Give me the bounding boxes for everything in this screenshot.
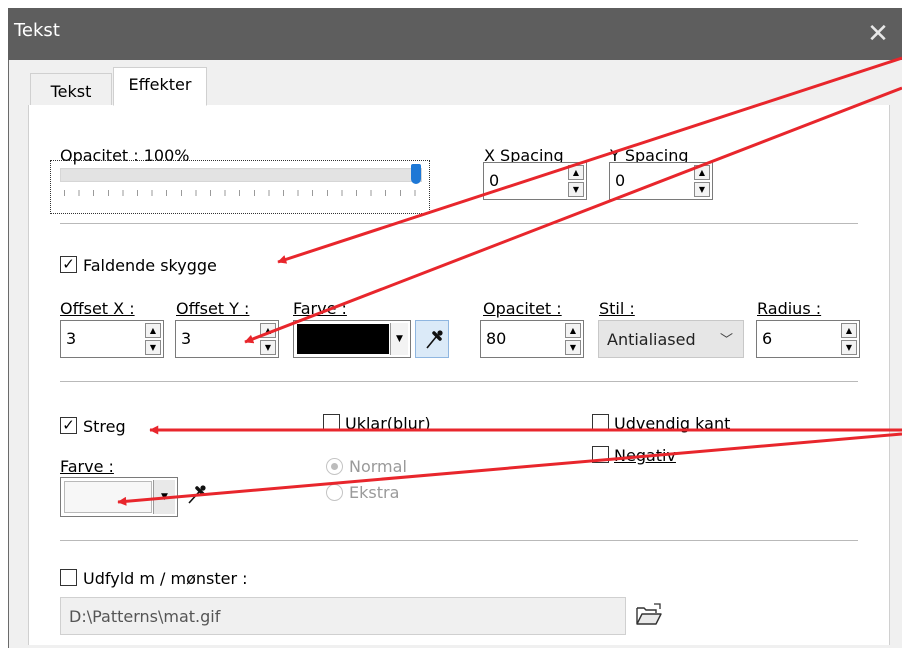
offset-y-label: Offset Y : bbox=[176, 299, 250, 318]
radius-down-button[interactable]: ▼ bbox=[841, 340, 857, 355]
blur-label: Uklar(blur) bbox=[345, 414, 431, 433]
offset-x-stepper[interactable]: 3 ▲ ▼ bbox=[60, 320, 164, 358]
shadow-color-picker-button[interactable] bbox=[415, 320, 449, 358]
chevron-down-icon: ﹀ bbox=[719, 333, 733, 348]
style-select[interactable]: Antialiased ﹀ bbox=[598, 320, 744, 358]
mode-normal-radio[interactable] bbox=[326, 458, 343, 475]
offset-y-stepper[interactable]: 3 ▲ ▼ bbox=[175, 320, 279, 358]
negative-label: Negativ bbox=[614, 446, 676, 465]
fill-pattern-label: Udfyld m / mønster : bbox=[83, 569, 248, 588]
stroke-label: Streg bbox=[83, 417, 126, 436]
shadow-color-swatch bbox=[297, 324, 389, 354]
style-select-value: Antialiased bbox=[607, 330, 696, 349]
outer-edge-checkbox[interactable] bbox=[592, 414, 609, 431]
stroke-color-label: Farve : bbox=[60, 457, 114, 476]
shadow-color-combo[interactable]: ▼ bbox=[293, 320, 411, 358]
opacity-slider-thumb[interactable] bbox=[411, 164, 421, 184]
stroke-color-picker-button[interactable] bbox=[184, 480, 210, 508]
shadow-opacity-up-button[interactable]: ▲ bbox=[565, 323, 581, 338]
opacity-slider-ticks bbox=[64, 190, 416, 196]
close-button[interactable]: ✕ bbox=[858, 14, 898, 54]
shadow-opacity-stepper[interactable]: 80 ▲ ▼ bbox=[480, 320, 584, 358]
y-spacing-down-button[interactable]: ▼ bbox=[694, 182, 710, 197]
fill-pattern-checkbox[interactable] bbox=[60, 569, 77, 586]
y-spacing-stepper[interactable]: 0 ▲ ▼ bbox=[609, 162, 713, 200]
mode-normal-label: Normal bbox=[349, 457, 407, 476]
radius-value: 6 bbox=[762, 329, 773, 348]
browse-pattern-button[interactable] bbox=[634, 601, 664, 629]
eyedropper-icon bbox=[426, 330, 443, 349]
stroke-checkbox[interactable]: ✓ bbox=[60, 417, 77, 434]
drop-shadow-checkbox[interactable]: ✓ bbox=[60, 256, 77, 273]
shadow-color-dropdown-arrow[interactable]: ▼ bbox=[390, 323, 408, 355]
shadow-opacity-label: Opacitet : bbox=[483, 299, 562, 318]
eyedropper-icon bbox=[188, 485, 206, 504]
pattern-path-field[interactable]: D:\Patterns\mat.gif bbox=[60, 597, 626, 635]
window-title: Tekst bbox=[14, 20, 60, 41]
offset-x-up-button[interactable]: ▲ bbox=[145, 323, 161, 338]
pattern-path-value: D:\Patterns\mat.gif bbox=[69, 607, 221, 626]
separator-2 bbox=[60, 381, 858, 382]
separator-3 bbox=[60, 540, 858, 541]
outer-edge-label: Udvendig kant bbox=[614, 414, 731, 433]
style-label: Stil : bbox=[599, 299, 635, 318]
stroke-color-combo[interactable]: ▼ bbox=[60, 477, 178, 517]
radius-label: Radius : bbox=[757, 299, 822, 318]
mode-extra-radio[interactable] bbox=[326, 484, 343, 501]
negative-checkbox[interactable] bbox=[592, 446, 609, 463]
x-spacing-value: 0 bbox=[489, 171, 500, 190]
tab-tekst[interactable]: Tekst bbox=[30, 73, 112, 106]
drop-shadow-label: Faldende skygge bbox=[83, 256, 217, 275]
offset-y-down-button[interactable]: ▼ bbox=[260, 340, 276, 355]
stroke-color-swatch bbox=[64, 481, 152, 513]
offset-x-label: Offset X : bbox=[60, 299, 135, 318]
offset-x-down-button[interactable]: ▼ bbox=[145, 340, 161, 355]
stroke-color-dropdown-arrow[interactable]: ▼ bbox=[153, 480, 175, 514]
shadow-opacity-down-button[interactable]: ▼ bbox=[565, 340, 581, 355]
y-spacing-value: 0 bbox=[615, 171, 626, 190]
separator-1 bbox=[60, 223, 858, 224]
x-spacing-down-button[interactable]: ▼ bbox=[568, 182, 584, 197]
mode-extra-label: Ekstra bbox=[349, 483, 400, 502]
shadow-color-label: Farve : bbox=[293, 299, 347, 318]
opacity-slider[interactable] bbox=[60, 168, 422, 182]
y-spacing-up-button[interactable]: ▲ bbox=[694, 165, 710, 180]
radius-stepper[interactable]: 6 ▲ ▼ bbox=[756, 320, 860, 358]
tab-effekter[interactable]: Effekter bbox=[113, 67, 207, 106]
offset-x-value: 3 bbox=[66, 329, 77, 348]
x-spacing-up-button[interactable]: ▲ bbox=[568, 165, 584, 180]
blur-checkbox[interactable] bbox=[323, 414, 340, 431]
title-bar bbox=[8, 8, 902, 60]
offset-y-value: 3 bbox=[181, 329, 192, 348]
shadow-opacity-value: 80 bbox=[486, 329, 507, 348]
offset-y-up-button[interactable]: ▲ bbox=[260, 323, 276, 338]
x-spacing-stepper[interactable]: 0 ▲ ▼ bbox=[483, 162, 587, 200]
folder-open-icon bbox=[636, 603, 662, 625]
radius-up-button[interactable]: ▲ bbox=[841, 323, 857, 338]
